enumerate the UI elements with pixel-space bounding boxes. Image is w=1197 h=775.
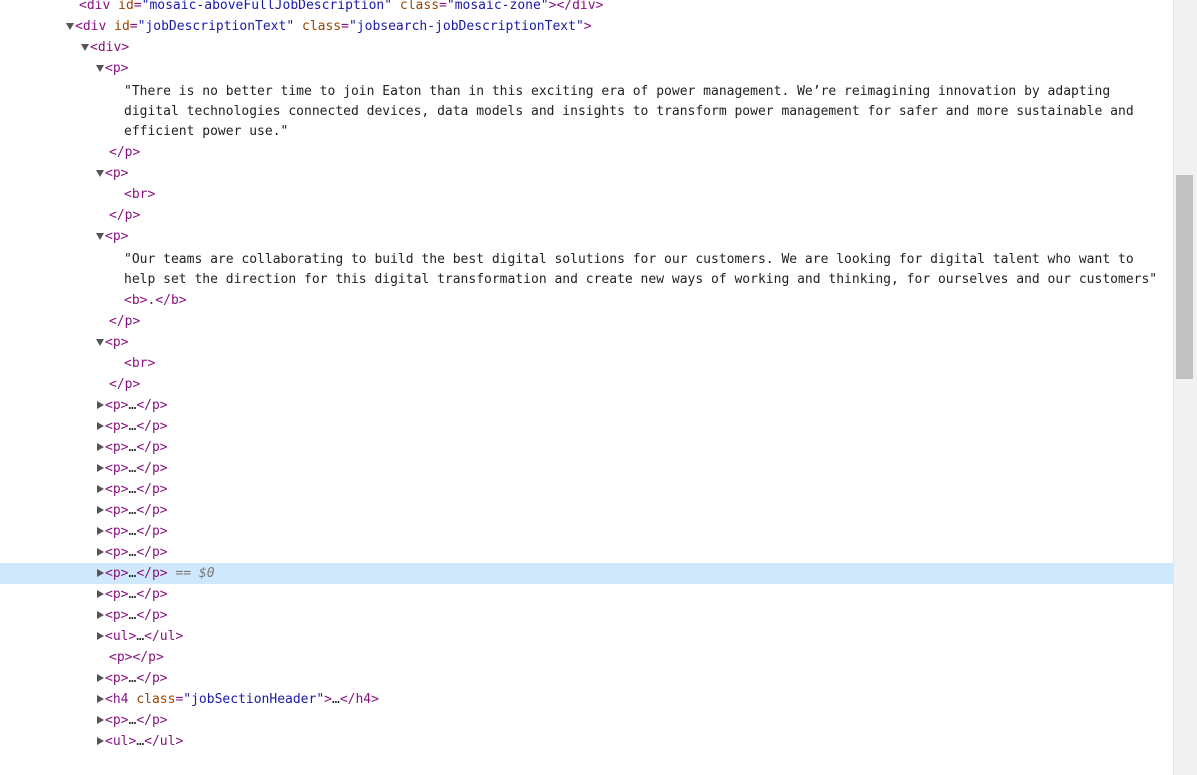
tree-row-p[interactable]: <p> — [0, 332, 1173, 353]
attr-value: "mosaic-aboveFullJobDescription" — [141, 0, 393, 13]
tree-row-p[interactable]: <p> — [0, 226, 1173, 247]
attr-name: class — [136, 692, 176, 707]
tree-row-b[interactable]: <b>.</b> — [0, 290, 1173, 311]
elements-tree: <div id="mosaic-aboveFullJobDescription"… — [0, 0, 1173, 752]
tag-close: ></div> — [548, 0, 604, 13]
collapse-triangle-icon[interactable] — [96, 689, 105, 710]
tree-row-collapsed-p[interactable]: <p>…</p> — [0, 458, 1173, 479]
collapse-triangle-icon[interactable] — [96, 710, 105, 731]
collapse-triangle-icon[interactable] — [96, 563, 105, 584]
tag-name: div — [97, 40, 122, 55]
collapse-triangle-icon[interactable] — [96, 500, 105, 521]
tree-row-collapsed-p[interactable]: <p>…</p> — [0, 479, 1173, 500]
expand-triangle-icon[interactable] — [66, 16, 75, 37]
collapse-triangle-icon[interactable] — [96, 416, 105, 437]
attr-value: "mosaic-zone" — [446, 0, 549, 13]
expand-triangle-icon[interactable] — [96, 58, 105, 79]
tag-name: div — [86, 0, 111, 13]
tree-row-collapsed-p[interactable]: <p>…</p> — [0, 668, 1173, 689]
tree-row-collapsed-ul[interactable]: <ul>…</ul> — [0, 731, 1173, 752]
selected-node-marker: == $0 — [167, 566, 215, 581]
tree-row-collapsed-ul[interactable]: <ul>…</ul> — [0, 626, 1173, 647]
vertical-scrollbar[interactable] — [1173, 0, 1197, 775]
tree-row-p[interactable]: <p> — [0, 58, 1173, 79]
tag-close: </p> — [109, 314, 141, 329]
tag-name: p — [112, 166, 121, 181]
tree-row-collapsed-p[interactable]: <p>…</p> — [0, 584, 1173, 605]
tree-row-p[interactable]: <p> — [0, 163, 1173, 184]
collapse-triangle-icon[interactable] — [96, 521, 105, 542]
tag-close: </p> — [109, 208, 141, 223]
tag-name: p — [112, 229, 121, 244]
tree-row-collapsed-p[interactable]: <p>…</p> — [0, 710, 1173, 731]
attr-name: id — [118, 0, 134, 13]
tree-row-collapsed-p[interactable]: <p>…</p> — [0, 605, 1173, 626]
text-content: "Our teams are collaborating to build th… — [124, 252, 1158, 287]
attr-name: id — [114, 19, 130, 34]
tree-row-close-p[interactable]: </p> — [0, 205, 1173, 226]
text-node[interactable]: "Our teams are collaborating to build th… — [0, 247, 1173, 290]
tag-open: < — [79, 0, 87, 13]
expand-triangle-icon[interactable] — [81, 37, 90, 58]
collapse-triangle-icon[interactable] — [96, 542, 105, 563]
expand-triangle-icon[interactable] — [96, 163, 105, 184]
attr-name: class — [302, 19, 342, 34]
expand-triangle-icon[interactable] — [96, 226, 105, 247]
tag-br: <br> — [124, 187, 156, 202]
collapse-triangle-icon[interactable] — [96, 668, 105, 689]
tree-row-mosaic-above[interactable]: <div id="mosaic-aboveFullJobDescription"… — [0, 0, 1173, 16]
scrollbar-thumb[interactable] — [1176, 175, 1193, 379]
tag-name: p — [112, 335, 121, 350]
attr-value: "jobsearch-jobDescriptionText" — [348, 19, 584, 34]
tree-row-selected-p[interactable]: <p>…</p> == $0 — [0, 563, 1173, 584]
text-node[interactable]: "There is no better time to join Eaton t… — [0, 79, 1173, 142]
tree-row-br[interactable]: <br> — [0, 353, 1173, 374]
collapse-triangle-icon[interactable] — [96, 479, 105, 500]
collapse-triangle-icon[interactable] — [96, 605, 105, 626]
tag-b: <b>.</b> — [124, 293, 187, 308]
tree-row-close-p[interactable]: </p> — [0, 311, 1173, 332]
tree-row-empty-p[interactable]: <p></p> — [0, 647, 1173, 668]
tree-row-div[interactable]: <div> — [0, 37, 1173, 58]
tree-row-collapsed-p[interactable]: <p>…</p> — [0, 437, 1173, 458]
expand-triangle-icon[interactable] — [96, 332, 105, 353]
ellipsis: … — [136, 629, 145, 644]
tag-name: p — [112, 61, 121, 76]
collapse-triangle-icon[interactable] — [96, 731, 105, 752]
collapse-triangle-icon[interactable] — [96, 626, 105, 647]
attr-name: class — [399, 0, 440, 13]
text-content: "There is no better time to join Eaton t… — [124, 84, 1134, 139]
tag-name: div — [82, 19, 107, 34]
ellipsis: … — [136, 734, 145, 749]
tree-row-collapsed-p[interactable]: <p>…</p> — [0, 416, 1173, 437]
tag-close: </p> — [109, 145, 141, 160]
attr-value: "jobSectionHeader" — [183, 692, 325, 707]
tag-br: <br> — [124, 356, 156, 371]
collapse-triangle-icon[interactable] — [96, 584, 105, 605]
ellipsis: … — [332, 692, 340, 707]
tree-row-close-p[interactable]: </p> — [0, 142, 1173, 163]
collapse-triangle-icon[interactable] — [96, 437, 105, 458]
tree-row-jobDescriptionText[interactable]: <div id="jobDescriptionText" class="jobs… — [0, 16, 1173, 37]
tree-row-close-p[interactable]: </p> — [0, 374, 1173, 395]
collapse-triangle-icon[interactable] — [96, 458, 105, 479]
tree-row-collapsed-p[interactable]: <p>…</p> — [0, 521, 1173, 542]
tree-row-collapsed-p[interactable]: <p>…</p> — [0, 542, 1173, 563]
tag-close: </p> — [109, 377, 141, 392]
tree-row-collapsed-p[interactable]: <p>…</p> — [0, 395, 1173, 416]
tree-row-collapsed-p[interactable]: <p>…</p> — [0, 500, 1173, 521]
collapse-triangle-icon[interactable] — [96, 395, 105, 416]
tree-row-collapsed-h4[interactable]: <h4 class="jobSectionHeader">…</h4> — [0, 689, 1173, 710]
attr-value: "jobDescriptionText" — [137, 19, 295, 34]
tree-row-br[interactable]: <br> — [0, 184, 1173, 205]
